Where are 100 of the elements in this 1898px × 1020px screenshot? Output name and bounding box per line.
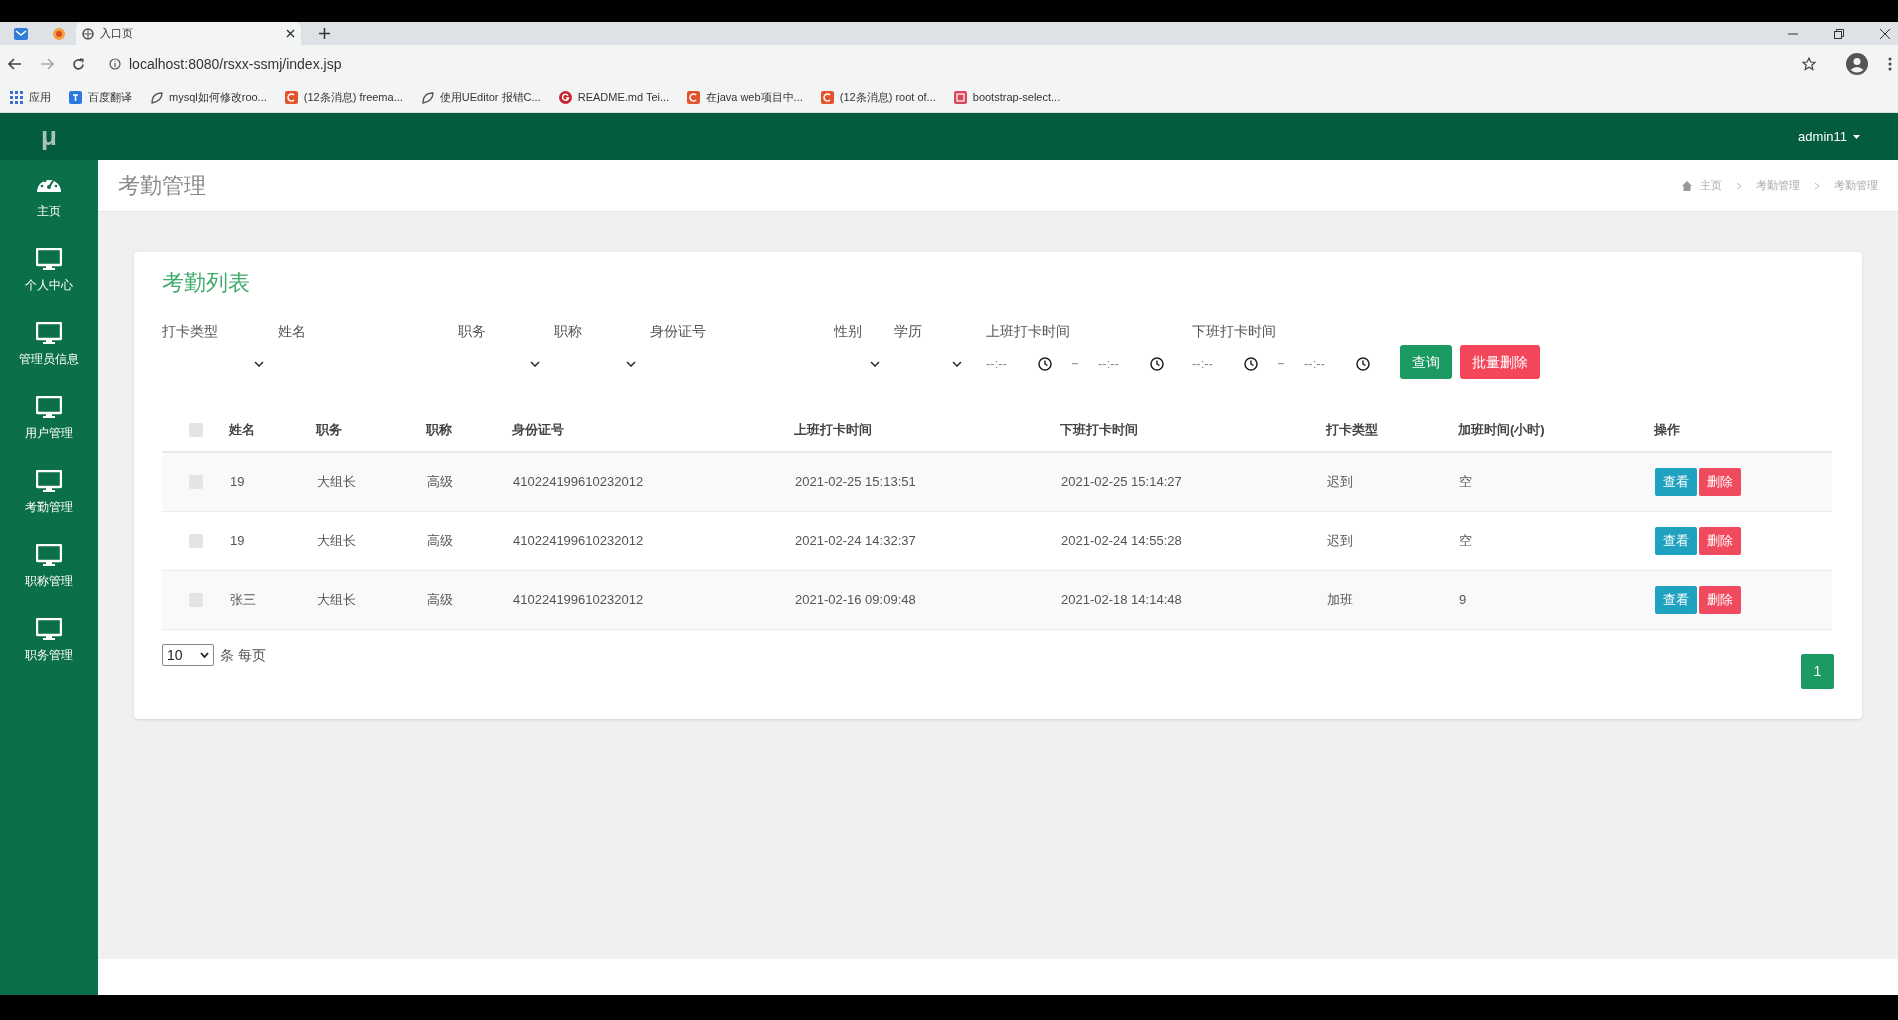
chevron-down-icon (870, 361, 880, 367)
page-button[interactable]: 1 (1801, 654, 1834, 689)
sidebar-item[interactable]: 职务管理 (0, 604, 98, 678)
table-cell-text: 空 (1459, 473, 1473, 492)
clock-icon (1244, 357, 1258, 371)
bookmark[interactable]: (12条消息) freema... (282, 86, 405, 109)
bookmark[interactable]: 应用 (8, 86, 53, 109)
apps-icon (10, 91, 23, 104)
table-cell-text: 2021-02-16 09:09:48 (795, 591, 917, 610)
dash-icon (1278, 363, 1284, 365)
column-header: 下班打卡时间 (1060, 421, 1139, 440)
clock-icon (1150, 357, 1164, 371)
sidebar-item[interactable]: 个人中心 (0, 234, 98, 308)
account-icon[interactable] (1846, 53, 1868, 75)
sidebar-item[interactable]: 用户管理 (0, 382, 98, 456)
table-cell-text: 19 (230, 473, 246, 492)
filter-label: 上班打卡时间 (985, 322, 1071, 341)
sidebar-item[interactable]: 主页 (0, 160, 98, 234)
table-cell-text: 410224199610232012 (513, 473, 645, 492)
chevron-down-icon (530, 361, 540, 367)
sidebar-item[interactable]: 职称管理 (0, 530, 98, 604)
filter-label: 打卡类型 (162, 322, 219, 341)
checkbox[interactable] (188, 423, 203, 437)
search-button[interactable]: 查询 (1400, 345, 1452, 379)
bookmark[interactable]: bootstrap-select... (951, 86, 1063, 109)
checkbox[interactable] (189, 534, 203, 548)
table-cell-text: 迟到 (1327, 532, 1354, 551)
column-header: 上班打卡时间 (794, 421, 873, 440)
delete-button[interactable]: 删除 (1699, 527, 1741, 555)
reload-icon[interactable] (72, 57, 85, 71)
table-cell-text: 高级 (427, 473, 454, 492)
table-cell-text: 大组长 (317, 532, 357, 551)
close-icon[interactable] (286, 29, 295, 38)
table-cell-text: 410224199610232012 (513, 591, 645, 610)
column-header: 操作 (1654, 421, 1681, 440)
filter-label: 学历 (894, 322, 923, 341)
time-value: --:-- (1098, 355, 1119, 374)
time-value: --:-- (1304, 355, 1325, 374)
batch-delete-button[interactable]: 批量删除 (1460, 345, 1540, 379)
user-menu[interactable]: admin11 (1798, 126, 1860, 147)
monitor-icon (36, 470, 62, 492)
delete-button[interactable]: 删除 (1699, 468, 1741, 496)
filter-label: 职务 (458, 322, 487, 341)
monitor-icon (36, 618, 62, 640)
chevron-icon (1814, 181, 1820, 190)
page-size-select[interactable]: 10 (162, 644, 214, 666)
c-logo-icon (687, 91, 701, 104)
leaf-icon (150, 91, 163, 104)
bookmark[interactable]: README.md Tei... (556, 86, 672, 109)
column-header: 身份证号 (512, 421, 565, 440)
chevron-down-icon (254, 361, 264, 367)
logo: μ (0, 113, 98, 160)
star-icon[interactable] (1802, 57, 1816, 71)
bookmark[interactable]: mysql如何修改roo... (148, 86, 269, 109)
mail-icon[interactable] (14, 27, 28, 40)
translate-icon (69, 91, 82, 104)
table-cell-text: 加班 (1327, 591, 1354, 610)
monitor-icon (36, 544, 62, 566)
close-icon[interactable] (1880, 28, 1890, 39)
chevron-down-icon (626, 361, 636, 367)
table-cell-text: 2021-02-25 15:14:27 (1061, 473, 1183, 492)
chevron-down-icon (200, 652, 209, 658)
bookmark[interactable]: 百度翻译 (67, 86, 134, 109)
table-cell-text: 高级 (427, 591, 454, 610)
sidebar-item[interactable]: 考勤管理 (0, 456, 98, 530)
clock-icon (1038, 357, 1052, 371)
url-text: localhost:8080/rsxx-ssmj/index.jsp (129, 54, 342, 74)
bookmark[interactable]: 在java web项目中... (685, 86, 805, 109)
leaf-icon (420, 91, 434, 104)
column-header: 打卡类型 (1326, 421, 1379, 440)
bookmark[interactable]: (12条消息) root of... (818, 86, 938, 109)
forward-icon[interactable] (40, 58, 54, 70)
column-header: 职称 (426, 421, 453, 440)
table-cell-text: 19 (230, 532, 246, 551)
filter-label: 姓名 (278, 322, 307, 341)
chevron-down-icon (952, 361, 962, 367)
filter-label: 职称 (554, 322, 583, 341)
app-icon[interactable] (52, 26, 66, 41)
browser-tab[interactable]: 入口页 (76, 22, 301, 45)
table-cell-text: 张三 (230, 591, 257, 610)
delete-button[interactable]: 删除 (1699, 586, 1741, 614)
filter-label: 下班打卡时间 (1191, 322, 1277, 341)
card-title: 考勤列表 (162, 269, 251, 297)
bookmark-logo-icon (953, 91, 967, 104)
plus-icon[interactable] (319, 28, 330, 39)
table-cell-text: 迟到 (1327, 473, 1354, 492)
back-icon[interactable] (8, 58, 22, 70)
table-cell-text: 大组长 (317, 591, 357, 610)
table-cell-text: 9 (1459, 591, 1468, 610)
table-cell-text: 空 (1459, 532, 1473, 551)
clock-icon (1356, 357, 1370, 371)
column-header: 加班时间(小时) (1458, 421, 1546, 440)
bookmark[interactable]: 使用UEditor 报错C... (418, 86, 543, 109)
filter-label: 身份证号 (650, 322, 707, 341)
sidebar-item[interactable]: 管理员信息 (0, 308, 98, 382)
more-icon[interactable] (1888, 57, 1892, 71)
c-logo-icon (820, 91, 834, 104)
table-cell-text: 2021-02-24 14:55:28 (1061, 532, 1183, 551)
restore-icon[interactable] (1834, 28, 1844, 39)
column-header: 姓名 (229, 421, 256, 440)
